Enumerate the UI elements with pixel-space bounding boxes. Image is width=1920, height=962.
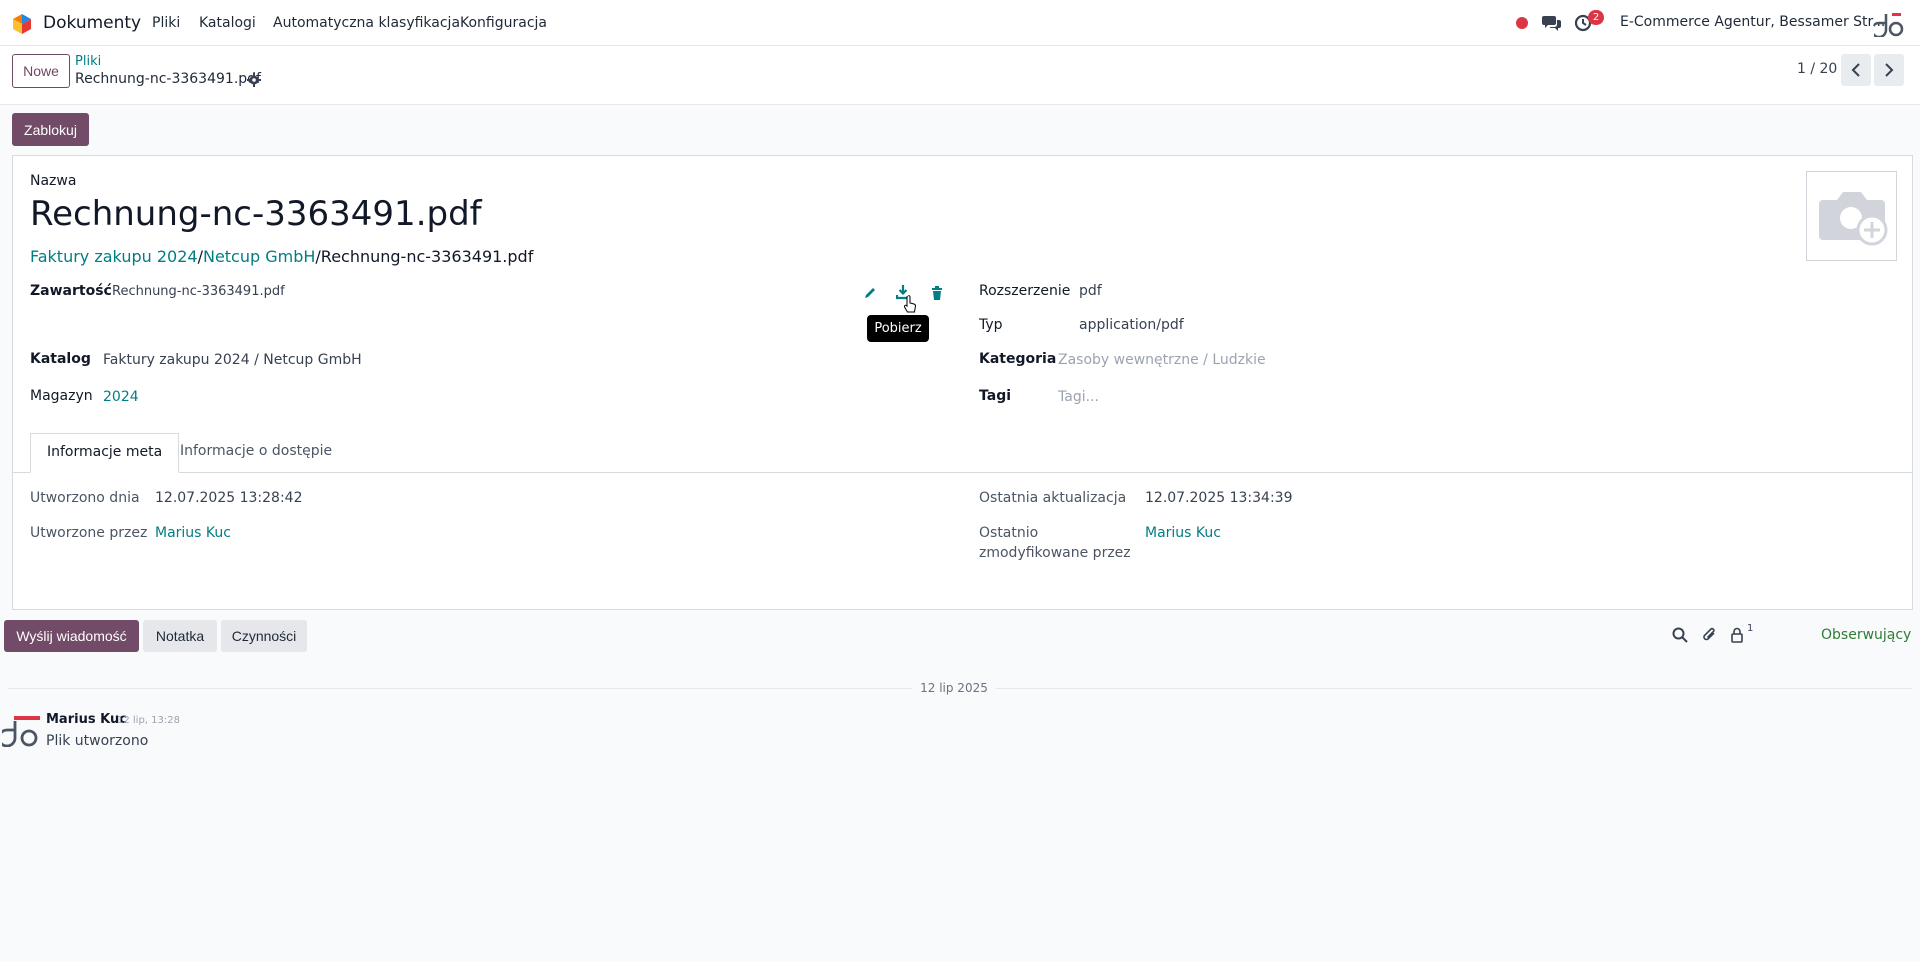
top-navbar: Dokumenty Pliki Katalogi Automatyczna kl…: [0, 0, 1920, 46]
created-on-label: Utworzono dnia: [30, 490, 140, 506]
catalog-label: Katalog: [30, 351, 91, 367]
menu-item-configuration[interactable]: Konfiguracja: [460, 15, 547, 31]
lock-button[interactable]: Zablokuj: [12, 113, 89, 146]
form-sheet: Nazwa Rechnung-nc-3363491.pdf Faktury za…: [12, 155, 1913, 610]
add-photo-icon: [1819, 192, 1888, 246]
pager-next-button[interactable]: [1874, 54, 1904, 86]
updated-on-label: Ostatnia aktualizacja: [979, 490, 1127, 506]
breadcrumb-current-record: Rechnung-nc-3363491.pdf: [75, 71, 261, 87]
content-label: Zawartość: [30, 283, 112, 299]
path-segment-subfolder[interactable]: Netcup GmbH: [203, 247, 315, 266]
trash-icon[interactable]: [931, 286, 943, 300]
thumbnail-upload[interactable]: [1806, 171, 1897, 261]
modified-by-label-line2: zmodyfikowane przez: [979, 545, 1131, 561]
name-label: Nazwa: [30, 173, 77, 189]
date-divider-left: [8, 688, 912, 689]
type-value: application/pdf: [1079, 317, 1184, 333]
chat-bubbles-icon[interactable]: [1542, 14, 1562, 32]
message-time: 12 lip, 13:28: [117, 715, 180, 726]
documents-app-logo-icon[interactable]: [11, 13, 33, 35]
followers-count: 1: [1747, 623, 1754, 634]
chevron-left-icon: [1851, 63, 1860, 77]
download-tooltip: Pobierz: [867, 315, 929, 342]
warehouse-label: Magazyn: [30, 388, 93, 404]
new-button[interactable]: Nowe: [12, 54, 70, 88]
created-by-link[interactable]: Marius Kuc: [155, 525, 231, 541]
followers-lock-icon[interactable]: [1730, 627, 1744, 643]
edit-pencil-icon[interactable]: [863, 286, 877, 300]
modified-by-link[interactable]: Marius Kuc: [1145, 525, 1221, 541]
category-label: Kategoria: [979, 351, 1057, 367]
date-separator: 12 lip 2025: [916, 681, 992, 695]
path-file-name: Rechnung-nc-3363491.pdf: [320, 247, 534, 266]
pager-value[interactable]: 1 / 20: [1797, 61, 1837, 77]
message-body: Plik utworzono: [46, 733, 149, 749]
date-divider-right: [996, 688, 1912, 689]
menu-item-catalogs[interactable]: Katalogi: [199, 15, 256, 31]
pager-previous-button[interactable]: [1841, 54, 1871, 86]
created-on-value: 12.07.2025 13:28:42: [155, 490, 303, 506]
tags-field[interactable]: Tagi...: [1058, 389, 1099, 405]
control-panel: Nowe Pliki Rechnung-nc-3363491.pdf 1 / 2…: [0, 46, 1920, 105]
type-label: Typ: [979, 317, 1003, 333]
extension-value: pdf: [1079, 283, 1102, 299]
user-avatar[interactable]: [1874, 9, 1906, 37]
document-title[interactable]: Rechnung-nc-3363491.pdf: [30, 194, 482, 234]
tab-access-info[interactable]: Informacje o dostępie: [164, 433, 348, 473]
mouse-hand-cursor-icon: [903, 296, 916, 313]
warehouse-link[interactable]: 2024: [103, 389, 139, 405]
following-button[interactable]: Obserwujący: [1821, 627, 1911, 643]
document-path: Faktury zakupu 2024/Netcup GmbH/Rechnung…: [30, 247, 533, 266]
message-author[interactable]: Marius Kuc: [46, 712, 127, 727]
menu-item-auto-classification[interactable]: Automatyczna klasyfikacja: [273, 15, 460, 31]
menu-item-files[interactable]: Pliki: [152, 15, 180, 31]
content-file-name: Rechnung-nc-3363491.pdf: [112, 284, 285, 299]
paperclip-icon[interactable]: [1702, 626, 1718, 644]
app-name[interactable]: Dokumenty: [43, 13, 141, 33]
breadcrumb-files-link[interactable]: Pliki: [75, 54, 101, 69]
category-field[interactable]: Zasoby wewnętrzne / Ludzkie: [1058, 352, 1266, 368]
extension-label: Rozszerzenie: [979, 283, 1071, 299]
search-icon[interactable]: [1672, 627, 1688, 643]
modified-by-label-line1: Ostatnio: [979, 525, 1039, 541]
gear-icon[interactable]: [247, 73, 261, 87]
activity-count-badge: 2: [1588, 10, 1604, 25]
tabs-bar: Informacje meta Informacje o dostępie: [13, 433, 1912, 473]
catalog-field[interactable]: Faktury zakupu 2024 / Netcup GmbH: [103, 352, 362, 368]
tab-meta-info[interactable]: Informacje meta: [30, 433, 180, 473]
updated-on-value: 12.07.2025 13:34:39: [1145, 490, 1293, 506]
path-segment-folder[interactable]: Faktury zakupu 2024: [30, 247, 198, 266]
created-by-label: Utworzone przez: [30, 525, 148, 541]
activities-button[interactable]: Czynności: [221, 620, 307, 652]
message-author-avatar[interactable]: [2, 715, 42, 747]
company-switcher[interactable]: E-Commerce Agentur, Bessamer Str...: [1620, 14, 1885, 30]
log-note-button[interactable]: Notatka: [143, 620, 217, 652]
chevron-right-icon: [1885, 63, 1894, 77]
tags-label: Tagi: [979, 388, 1012, 404]
send-message-button[interactable]: Wyślij wiadomość: [4, 620, 139, 652]
recording-indicator-icon[interactable]: [1516, 17, 1528, 29]
